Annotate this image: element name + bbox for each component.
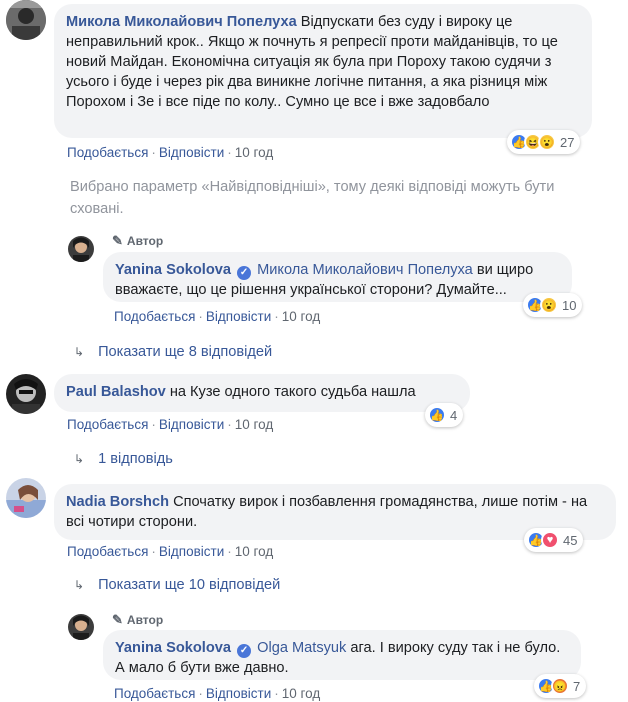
comment-actions: Подобається · Відповісти · 10 год <box>67 544 274 559</box>
comment-author[interactable]: Yanina Sokolova <box>115 640 231 656</box>
verified-icon: ✓ <box>237 266 252 280</box>
comment-time[interactable]: 10 год <box>235 145 273 160</box>
reaction-count: 10 <box>562 297 577 313</box>
comment-bubble: Paul Balashov на Кузе одного такого судь… <box>54 374 470 412</box>
like-button[interactable]: Подобається <box>67 544 148 559</box>
comment-author[interactable]: Микола Миколайович Попелуха <box>66 14 297 30</box>
wow-icon: 😮 <box>540 296 558 314</box>
author-badge-label: Автор <box>126 234 164 248</box>
show-more-label: Показати ще 10 відповідей <box>98 577 281 593</box>
reaction-count: 7 <box>573 678 581 694</box>
avatar[interactable] <box>6 478 46 518</box>
comment-text: на Кузе одного такого судьба нашла <box>169 384 416 400</box>
reaction-count: 27 <box>560 134 575 150</box>
reactions-summary[interactable]: 👍 😮 10 <box>523 293 583 317</box>
love-icon: ♥ <box>541 531 559 549</box>
reactions-summary[interactable]: 👍 4 <box>425 403 464 427</box>
wow-icon: 😮 <box>538 133 556 151</box>
show-more-replies[interactable]: ↳ Показати ще 10 відповідей <box>74 577 280 593</box>
comment-time[interactable]: 10 год <box>282 309 320 324</box>
comment-mention[interactable]: Olga Matsyuk <box>257 640 346 656</box>
comment-actions: Подобається · Відповісти · 10 год <box>67 145 274 160</box>
reaction-count: 45 <box>563 532 578 548</box>
reply-button[interactable]: Відповісти <box>206 686 271 701</box>
comment-time[interactable]: 10 год <box>235 544 273 559</box>
avatar[interactable] <box>6 0 46 40</box>
comment-author[interactable]: Nadia Borshch <box>66 494 169 510</box>
show-more-replies[interactable]: ↳ Показати ще 8 відповідей <box>74 344 272 360</box>
reply-button[interactable]: Відповісти <box>159 417 224 432</box>
show-more-replies[interactable]: ↳ 1 відповідь <box>74 451 173 467</box>
comment-bubble: Yanina Sokolova ✓ Olga Matsyuk ага. І ви… <box>103 630 581 680</box>
reactions-summary[interactable]: 👍 ♥ 45 <box>524 528 584 552</box>
avatar[interactable] <box>68 614 94 640</box>
comment-author[interactable]: Paul Balashov <box>66 384 166 400</box>
like-button[interactable]: Подобається <box>67 145 148 160</box>
reply-button[interactable]: Відповісти <box>206 309 271 324</box>
angry-icon: 😠 <box>551 677 569 695</box>
author-badge: ✎ Автор <box>112 233 163 249</box>
avatar[interactable] <box>6 374 46 414</box>
like-button[interactable]: Подобається <box>114 309 195 324</box>
like-button[interactable]: Подобається <box>114 686 195 701</box>
like-icon: 👍 <box>428 406 446 424</box>
like-button[interactable]: Подобається <box>67 417 148 432</box>
comment-bubble: Микола Миколайович Попелуха Відпускати б… <box>54 4 592 138</box>
reply-button[interactable]: Відповісти <box>159 145 224 160</box>
reactions-summary[interactable]: 👍 😆 😮 27 <box>507 130 581 154</box>
comment-time[interactable]: 10 год <box>282 686 320 701</box>
pencil-icon: ✎ <box>112 612 123 627</box>
reactions-summary[interactable]: 👍 😠 7 <box>534 674 587 698</box>
comment-actions: Подобається · Відповісти · 10 год <box>114 309 321 324</box>
author-badge-label: Автор <box>126 613 164 627</box>
comment-bubble: Yanina Sokolova ✓ Микола Миколайович Поп… <box>103 252 572 302</box>
relevance-notice: Вибрано параметр «Найвідповідніші», тому… <box>70 179 555 217</box>
comment-time[interactable]: 10 год <box>235 417 273 432</box>
comment-actions: Подобається · Відповісти · 10 год <box>114 686 321 701</box>
reaction-count: 4 <box>450 407 458 423</box>
show-more-label: Показати ще 8 відповідей <box>98 344 273 360</box>
reply-button[interactable]: Відповісти <box>159 544 224 559</box>
avatar[interactable] <box>68 236 94 262</box>
show-more-label: 1 відповідь <box>98 451 173 467</box>
comment-mention[interactable]: Микола Миколайович Попелуха <box>257 262 473 278</box>
reply-arrow-icon: ↳ <box>74 345 85 359</box>
comment-author[interactable]: Yanina Sokolova <box>115 262 231 278</box>
reply-arrow-icon: ↳ <box>74 452 85 466</box>
author-badge: ✎ Автор <box>112 612 163 628</box>
pencil-icon: ✎ <box>112 233 123 248</box>
comment-actions: Подобається · Відповісти · 10 год <box>67 417 274 432</box>
verified-icon: ✓ <box>237 644 252 658</box>
reply-arrow-icon: ↳ <box>74 578 85 592</box>
